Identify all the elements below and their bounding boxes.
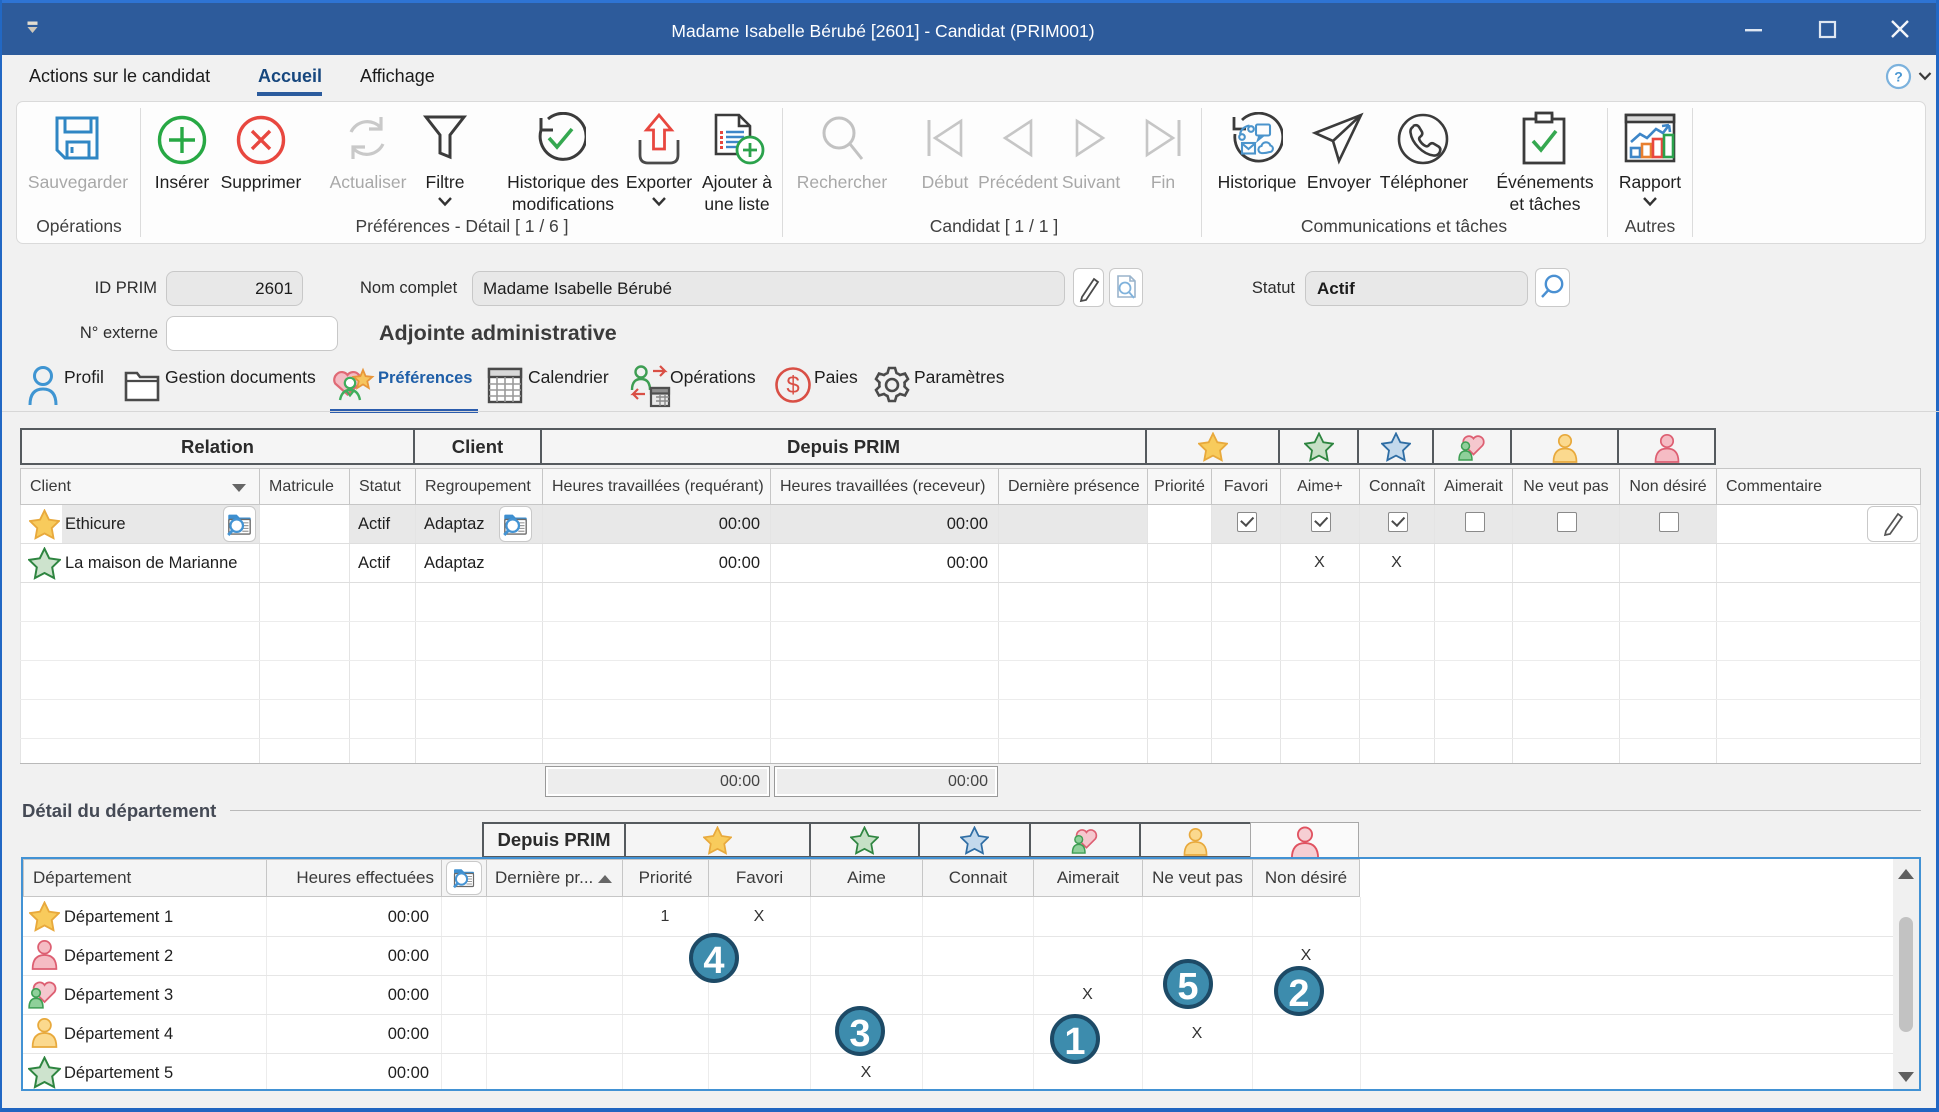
svg-text:$: $ (786, 372, 799, 399)
svg-text:?: ? (1894, 69, 1903, 85)
